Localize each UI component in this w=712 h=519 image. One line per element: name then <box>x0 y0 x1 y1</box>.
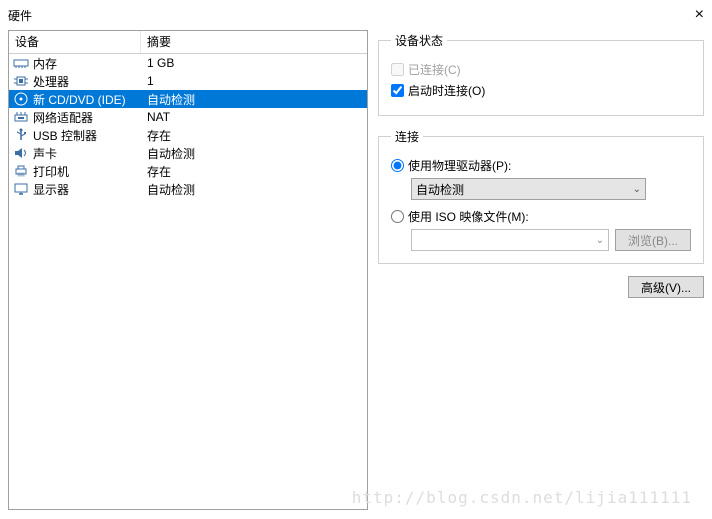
table-row[interactable]: 处理器1 <box>9 72 367 90</box>
device-name: 显示器 <box>33 181 141 198</box>
iso-file-radio[interactable] <box>391 210 404 223</box>
table-row[interactable]: 打印机存在 <box>9 162 367 180</box>
table-header: 设备 摘要 <box>9 31 367 54</box>
table-row[interactable]: 显示器自动检测 <box>9 180 367 198</box>
device-status-legend: 设备状态 <box>391 32 447 49</box>
connection-legend: 连接 <box>391 128 423 145</box>
physical-drive-radio[interactable] <box>391 159 404 172</box>
device-status-group: 设备状态 已连接(C) 启动时连接(O) <box>378 32 704 116</box>
col-summary-header[interactable]: 摘要 <box>141 31 367 53</box>
memory-icon <box>13 55 29 71</box>
iso-file-combo: ⌄ <box>411 229 609 251</box>
device-name: 内存 <box>33 55 141 72</box>
display-icon <box>13 181 29 197</box>
connected-checkbox <box>391 63 404 76</box>
window-title: 硬件 <box>8 7 32 24</box>
device-summary: 存在 <box>141 163 367 180</box>
device-summary: 自动检测 <box>141 145 367 162</box>
device-name: 网络适配器 <box>33 109 141 126</box>
iso-file-row[interactable]: 使用 ISO 映像文件(M): <box>391 208 691 225</box>
device-summary: 存在 <box>141 127 367 144</box>
device-summary: NAT <box>141 110 367 124</box>
connected-label: 已连接(C) <box>408 61 461 78</box>
chevron-down-icon: ⌄ <box>633 184 641 195</box>
device-name: USB 控制器 <box>33 127 141 144</box>
device-summary: 自动检测 <box>141 181 367 198</box>
iso-file-label: 使用 ISO 映像文件(M): <box>408 208 529 225</box>
sound-icon <box>13 145 29 161</box>
physical-drive-label: 使用物理驱动器(P): <box>408 157 511 174</box>
device-summary: 1 <box>141 74 367 88</box>
device-name: 新 CD/DVD (IDE) <box>33 91 141 108</box>
cpu-icon <box>13 73 29 89</box>
connected-row: 已连接(C) <box>391 61 691 78</box>
usb-icon <box>13 127 29 143</box>
physical-drive-value: 自动检测 <box>416 181 464 198</box>
advanced-button[interactable]: 高级(V)... <box>628 276 704 298</box>
table-row[interactable]: USB 控制器存在 <box>9 126 367 144</box>
table-row[interactable]: 网络适配器NAT <box>9 108 367 126</box>
printer-icon <box>13 163 29 179</box>
close-icon[interactable]: × <box>695 6 704 24</box>
device-list: 设备 摘要 内存1 GB处理器1新 CD/DVD (IDE)自动检测网络适配器N… <box>8 30 368 510</box>
physical-drive-dropdown[interactable]: 自动检测 ⌄ <box>411 178 646 200</box>
connect-on-start-label: 启动时连接(O) <box>408 82 485 99</box>
browse-button: 浏览(B)... <box>615 229 691 251</box>
network-icon <box>13 109 29 125</box>
table-row[interactable]: 新 CD/DVD (IDE)自动检测 <box>9 90 367 108</box>
connection-group: 连接 使用物理驱动器(P): 自动检测 ⌄ 使用 ISO 映像文件(M): ⌄ … <box>378 128 704 264</box>
device-summary: 1 GB <box>141 56 367 70</box>
table-row[interactable]: 内存1 GB <box>9 54 367 72</box>
connect-on-start-checkbox[interactable] <box>391 84 404 97</box>
cd-icon <box>13 91 29 107</box>
connect-on-start-row[interactable]: 启动时连接(O) <box>391 82 691 99</box>
device-name: 声卡 <box>33 145 141 162</box>
chevron-down-icon: ⌄ <box>596 235 604 246</box>
physical-drive-row[interactable]: 使用物理驱动器(P): <box>391 157 691 174</box>
table-row[interactable]: 声卡自动检测 <box>9 144 367 162</box>
device-summary: 自动检测 <box>141 91 367 108</box>
device-name: 打印机 <box>33 163 141 180</box>
device-name: 处理器 <box>33 73 141 90</box>
col-device-header[interactable]: 设备 <box>9 31 141 53</box>
